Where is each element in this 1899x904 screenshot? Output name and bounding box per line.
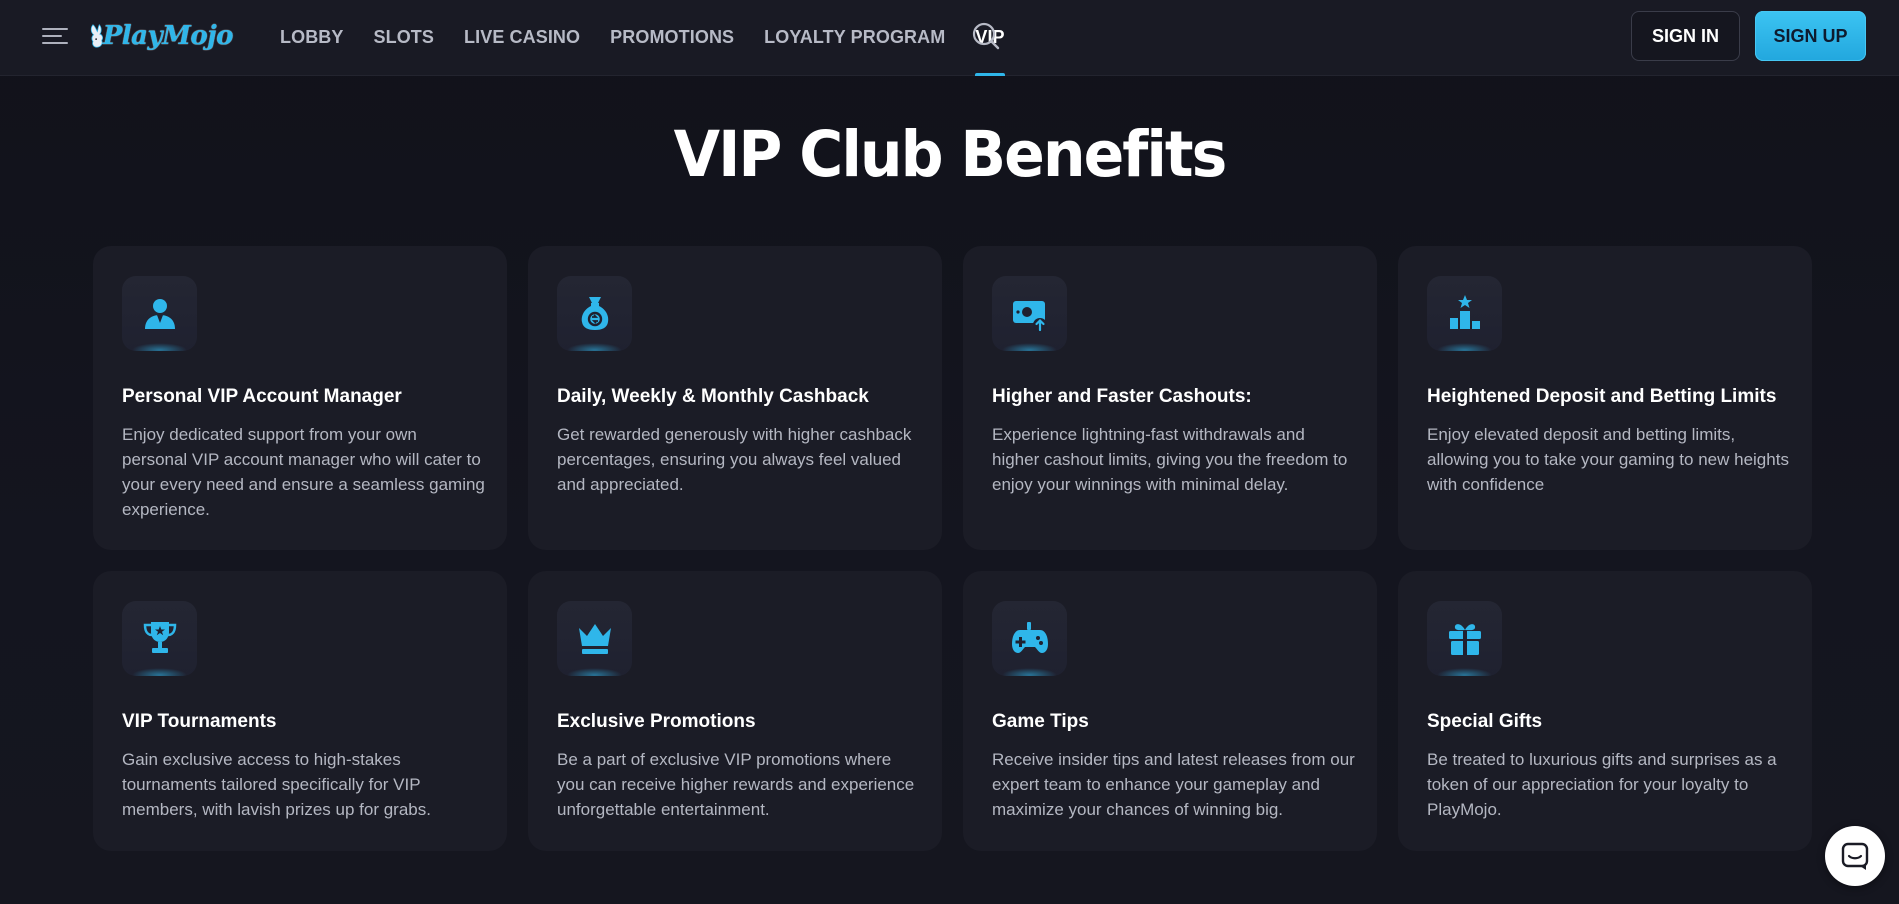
benefit-description: Receive insider tips and latest releases… <box>992 750 1355 819</box>
crown-icon <box>557 601 632 676</box>
chat-icon <box>1841 842 1869 870</box>
main-nav: LOBBY SLOTS LIVE CASINO PROMOTIONS LOYAL… <box>280 0 1035 76</box>
benefit-card-gifts: Special Gifts Be treated to luxurious gi… <box>1398 571 1812 851</box>
benefit-card-limits: Heightened Deposit and Betting Limits En… <box>1398 246 1812 550</box>
hamburger-menu-icon[interactable] <box>40 24 70 48</box>
nav-slots[interactable]: SLOTS <box>374 0 435 76</box>
benefit-title: Heightened Deposit and Betting Limits <box>1427 386 1777 407</box>
benefit-card-game-tips: Game Tips Receive insider tips and lates… <box>963 571 1377 851</box>
nav-live-casino[interactable]: LIVE CASINO <box>464 0 580 76</box>
benefit-title: Game Tips <box>992 711 1089 732</box>
benefit-description: Gain exclusive access to high-stakes tou… <box>122 750 431 819</box>
benefit-description: Experience lightning-fast withdrawals an… <box>992 425 1348 494</box>
sign-in-button[interactable]: SIGN IN <box>1631 11 1740 61</box>
trophy-icon <box>122 601 197 676</box>
sign-up-button[interactable]: SIGN UP <box>1755 11 1866 61</box>
live-chat-button[interactable] <box>1825 826 1885 886</box>
benefit-description: Be treated to luxurious gifts and surpri… <box>1427 750 1777 819</box>
benefit-card-cashouts: Higher and Faster Cashouts: Experience l… <box>963 246 1377 550</box>
site-header: PlayMojo LOBBY SLOTS LIVE CASINO PROMOTI… <box>0 0 1899 76</box>
cashback-bag-icon <box>557 276 632 351</box>
benefit-description: Enjoy dedicated support from your own pe… <box>122 425 485 519</box>
brand-name: PlayMojo <box>102 21 234 51</box>
benefit-description: Enjoy elevated deposit and betting limit… <box>1427 425 1789 494</box>
benefit-title: Higher and Faster Cashouts: <box>992 386 1252 407</box>
brand-logo[interactable]: PlayMojo <box>88 10 234 62</box>
cashout-money-icon <box>992 276 1067 351</box>
page-title: VIP Club Benefits <box>673 118 1228 192</box>
benefit-title: VIP Tournaments <box>122 711 277 732</box>
podium-icon <box>1427 276 1502 351</box>
benefit-card-tournaments: VIP Tournaments Gain exclusive access to… <box>93 571 507 851</box>
gift-icon <box>1427 601 1502 676</box>
benefit-title: Daily, Weekly & Monthly Cashback <box>557 386 869 407</box>
nav-loyalty-program[interactable]: LOYALTY PROGRAM <box>764 0 945 76</box>
benefit-card-account-manager: Personal VIP Account Manager Enjoy dedic… <box>93 246 507 550</box>
gamepad-icon <box>992 601 1067 676</box>
benefit-title: Personal VIP Account Manager <box>122 386 402 407</box>
benefit-card-cashback: Daily, Weekly & Monthly Cashback Get rew… <box>528 246 942 550</box>
benefit-description: Get rewarded generously with higher cash… <box>557 425 912 494</box>
benefit-description: Be a part of exclusive VIP promotions wh… <box>557 750 915 819</box>
benefit-title: Exclusive Promotions <box>557 711 756 732</box>
nav-promotions[interactable]: PROMOTIONS <box>610 0 734 76</box>
account-manager-icon <box>122 276 197 351</box>
benefit-title: Special Gifts <box>1427 711 1543 732</box>
nav-lobby[interactable]: LOBBY <box>280 0 344 76</box>
search-icon[interactable] <box>970 20 1002 52</box>
benefit-card-promotions: Exclusive Promotions Be a part of exclus… <box>528 571 942 851</box>
